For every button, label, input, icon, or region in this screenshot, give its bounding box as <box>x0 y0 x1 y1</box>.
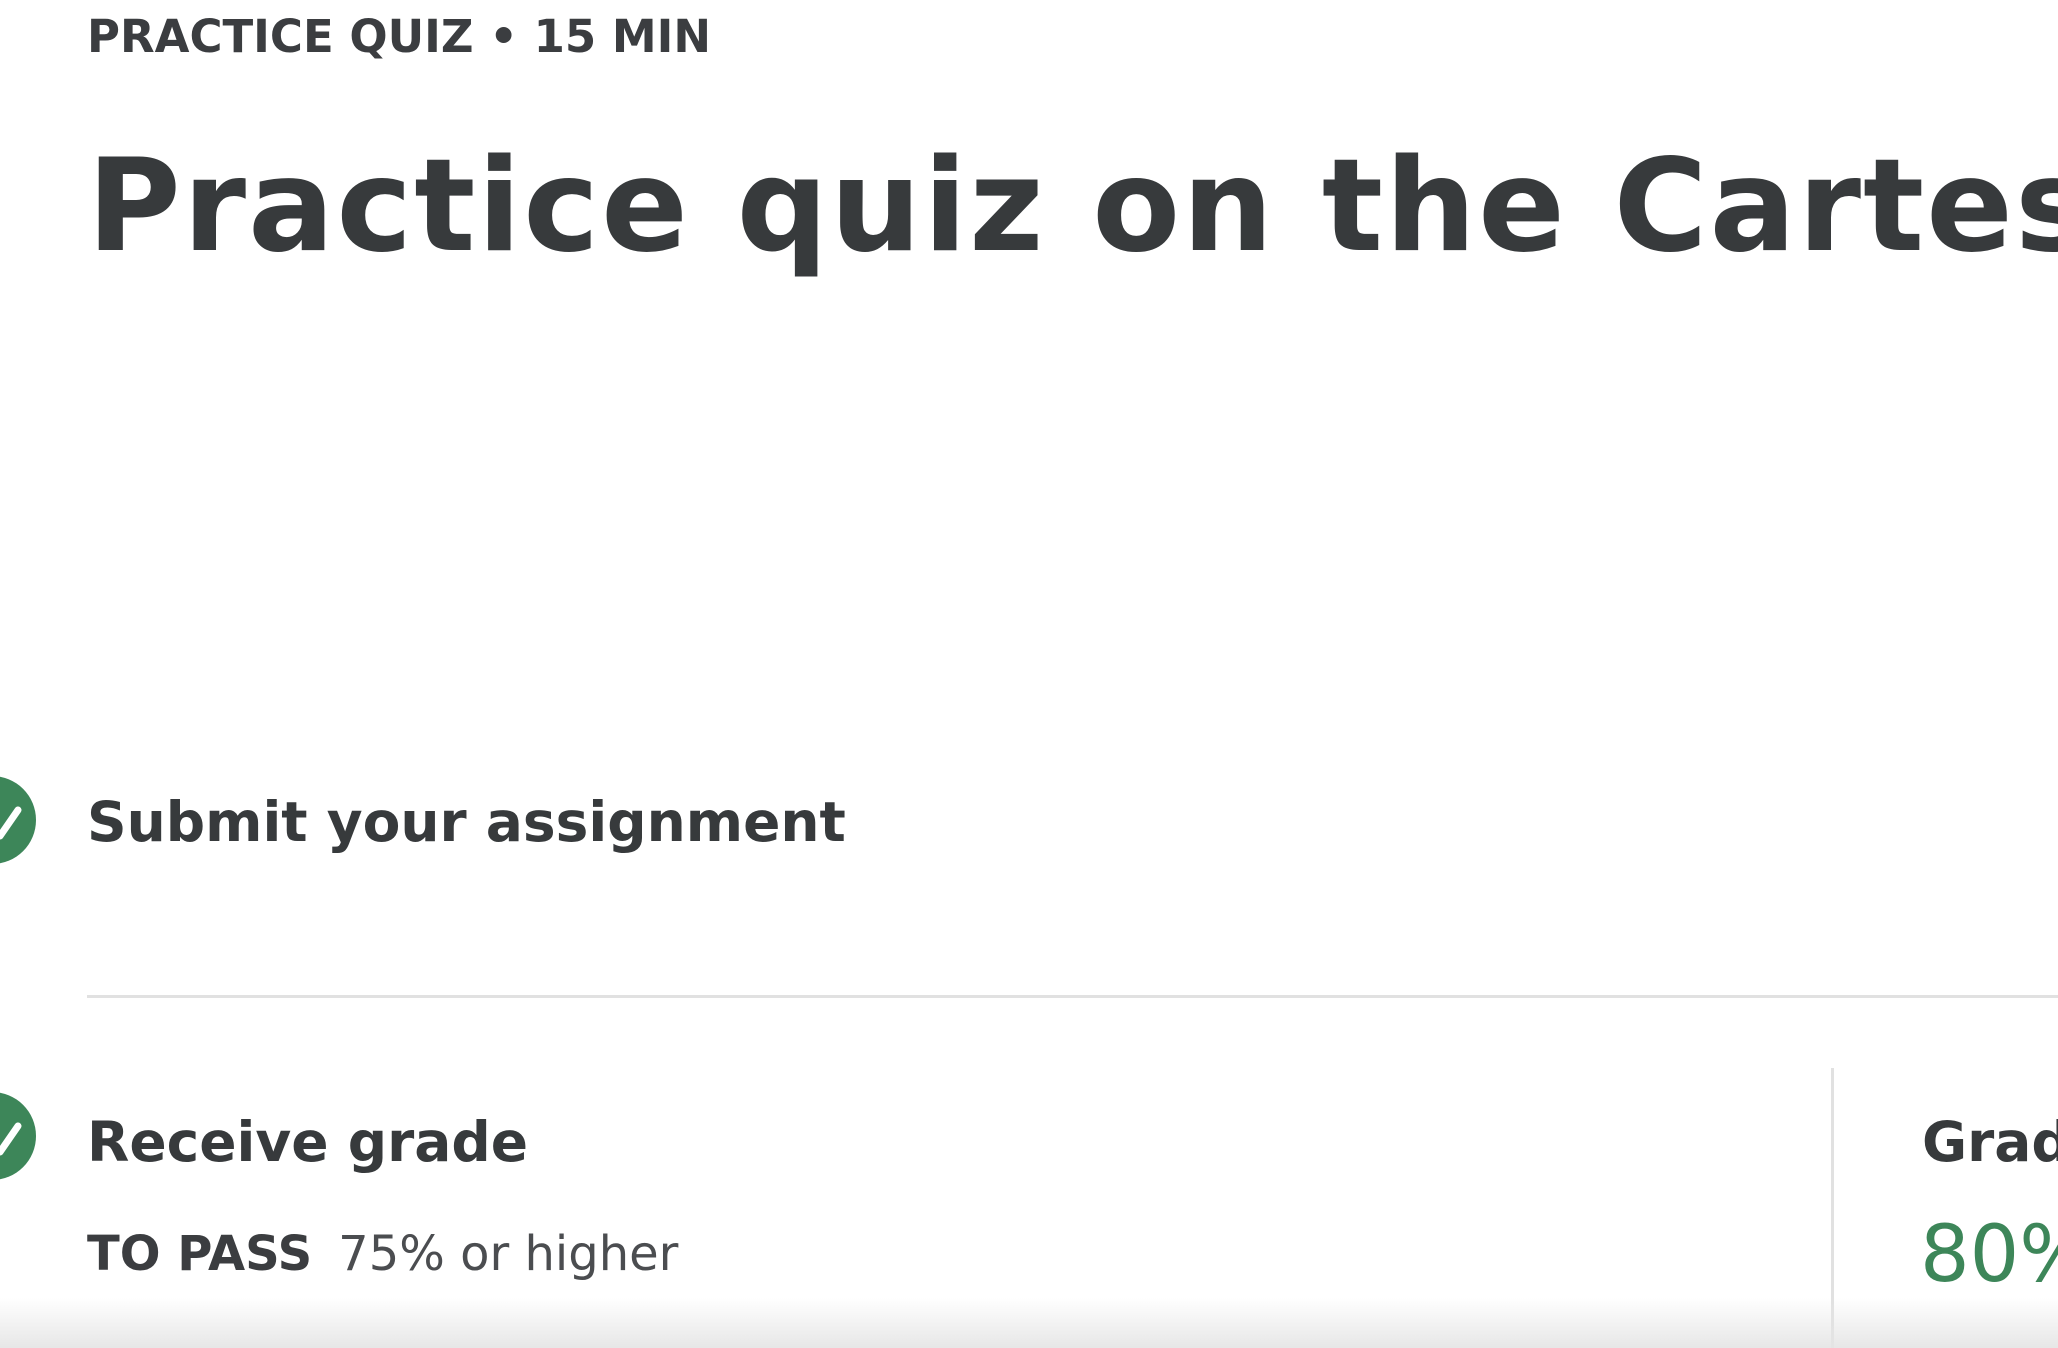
bottom-shadow <box>0 1298 2058 1348</box>
check-circle-icon <box>0 776 36 864</box>
step-submit-assignment: Submit your assignment <box>87 790 846 854</box>
grade-heading: Grad <box>1922 1110 2058 1174</box>
pass-requirement-value: 75% or higher <box>338 1226 679 1282</box>
quiz-page: PRACTICE QUIZ • 15 MIN Practice quiz on … <box>0 0 2058 1348</box>
divider <box>87 995 2058 998</box>
step-receive-grade: Receive grade <box>87 1110 528 1174</box>
pass-requirement-label: TO PASS <box>87 1226 313 1282</box>
check-circle-icon <box>0 1092 36 1180</box>
grade-value: 80% <box>1920 1210 2058 1300</box>
item-type-label: PRACTICE QUIZ • 15 MIN <box>87 10 712 63</box>
page-title: Practice quiz on the Cartesian <box>87 132 2058 281</box>
pass-requirement: TO PASS 75% or higher <box>87 1226 678 1282</box>
